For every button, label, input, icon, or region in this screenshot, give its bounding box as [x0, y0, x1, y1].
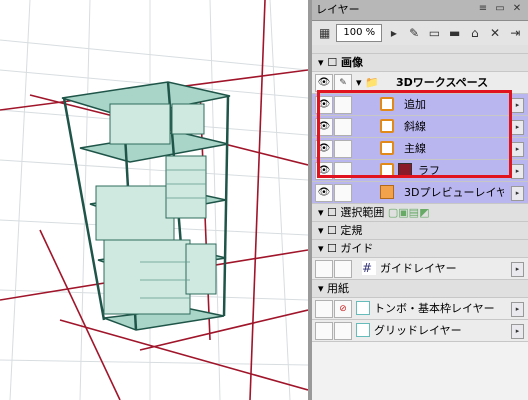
new-folder-icon[interactable]: ▭: [426, 24, 443, 42]
delete-icon[interactable]: ✕: [486, 24, 503, 42]
layer-tombo[interactable]: ⊘ トンボ・基本枠レイヤー ▸: [312, 298, 528, 320]
visibility-eye-icon[interactable]: [315, 322, 333, 340]
highlight-box: [317, 90, 512, 178]
layer-property-icon[interactable]: ▸: [511, 142, 524, 157]
layer-property-icon[interactable]: ▸: [511, 262, 524, 277]
visibility-eye-icon[interactable]: [315, 300, 333, 318]
grid-icon: #: [362, 261, 376, 275]
layer-row-partial[interactable]: [312, 45, 528, 54]
no-edit-icon[interactable]: ⊘: [334, 300, 352, 318]
zoom-field[interactable]: 100 %: [336, 24, 383, 42]
lock-toggle[interactable]: [334, 322, 352, 340]
visibility-eye-icon[interactable]: 👁: [315, 184, 333, 202]
layer-property-icon[interactable]: ▸: [511, 302, 524, 317]
layer-grid-label: グリッドレイヤー: [374, 324, 462, 337]
layer-panel: レイヤー ≡ ▭ ✕ ▦ 100 % ▸ ✎ ▭ ▬ ⌂ ✕ ⇥ ▾ ☐ 画像 …: [308, 0, 528, 400]
minimize-icon[interactable]: ▭: [493, 2, 507, 16]
lock-icon[interactable]: ⌂: [466, 24, 483, 42]
palette-icon[interactable]: ▦: [316, 24, 333, 42]
close-icon[interactable]: ✕: [510, 2, 524, 16]
folder-paper-label: 用紙: [327, 282, 350, 295]
folder-ruler[interactable]: ▾ ☐ 定規: [312, 222, 528, 240]
layer-property-icon[interactable]: ▸: [511, 120, 524, 135]
layer-tombo-label: トンボ・基本枠レイヤー: [374, 302, 495, 315]
panel-title: レイヤー: [316, 3, 360, 16]
zoom-dropdown-icon[interactable]: ▸: [385, 24, 402, 42]
folder-image[interactable]: ▾ ☐ 画像: [312, 54, 528, 72]
trash-icon[interactable]: ▬: [446, 24, 463, 42]
layer-property-icon[interactable]: ▸: [511, 98, 524, 113]
layer-property-icon[interactable]: ▸: [511, 186, 524, 201]
layer-grid[interactable]: グリッドレイヤー ▸: [312, 320, 528, 342]
layer-thumbnail: [380, 185, 394, 199]
layer-guide[interactable]: # ガイドレイヤー ▸: [312, 258, 528, 280]
layer-3d-preview[interactable]: 👁 3Dプレビューレイヤー ▸: [312, 182, 528, 204]
grid-icon: [356, 323, 370, 337]
panel-titlebar: レイヤー ≡ ▭ ✕: [312, 0, 528, 21]
folder-selection-label: 選択範囲: [340, 206, 385, 219]
layer-toolbar: ▦ 100 % ▸ ✎ ▭ ▬ ⌂ ✕ ⇥: [312, 21, 528, 46]
canvas-area[interactable]: [0, 0, 308, 400]
new-layer-icon[interactable]: ✎: [406, 24, 423, 42]
folder-guide[interactable]: ▾ ☐ ガイド: [312, 240, 528, 258]
folder-selection[interactable]: ▾ ☐ 選択範囲 ▢▣▤◩: [312, 204, 528, 222]
folder-image-label: 画像: [341, 56, 364, 69]
folder-paper[interactable]: ▾ 用紙: [312, 280, 528, 298]
panel-menu-icon[interactable]: ≡: [476, 2, 490, 16]
perspective-scene: [0, 0, 308, 400]
layer-3d-preview-label: 3Dプレビューレイヤー: [404, 186, 504, 199]
panel-options-icon[interactable]: ⇥: [507, 24, 524, 42]
layer-thumbnail: [356, 301, 370, 315]
folder-guide-label: ガイド: [340, 242, 374, 255]
layer-property-icon[interactable]: ▸: [511, 324, 524, 339]
layer-guide-label: ガイドレイヤー: [380, 262, 457, 275]
lock-toggle[interactable]: [334, 184, 352, 202]
visibility-eye-icon[interactable]: [315, 260, 333, 278]
folder-ruler-label: 定規: [340, 224, 363, 237]
lock-toggle[interactable]: [334, 260, 352, 278]
layer-property-icon[interactable]: ▸: [511, 164, 524, 179]
